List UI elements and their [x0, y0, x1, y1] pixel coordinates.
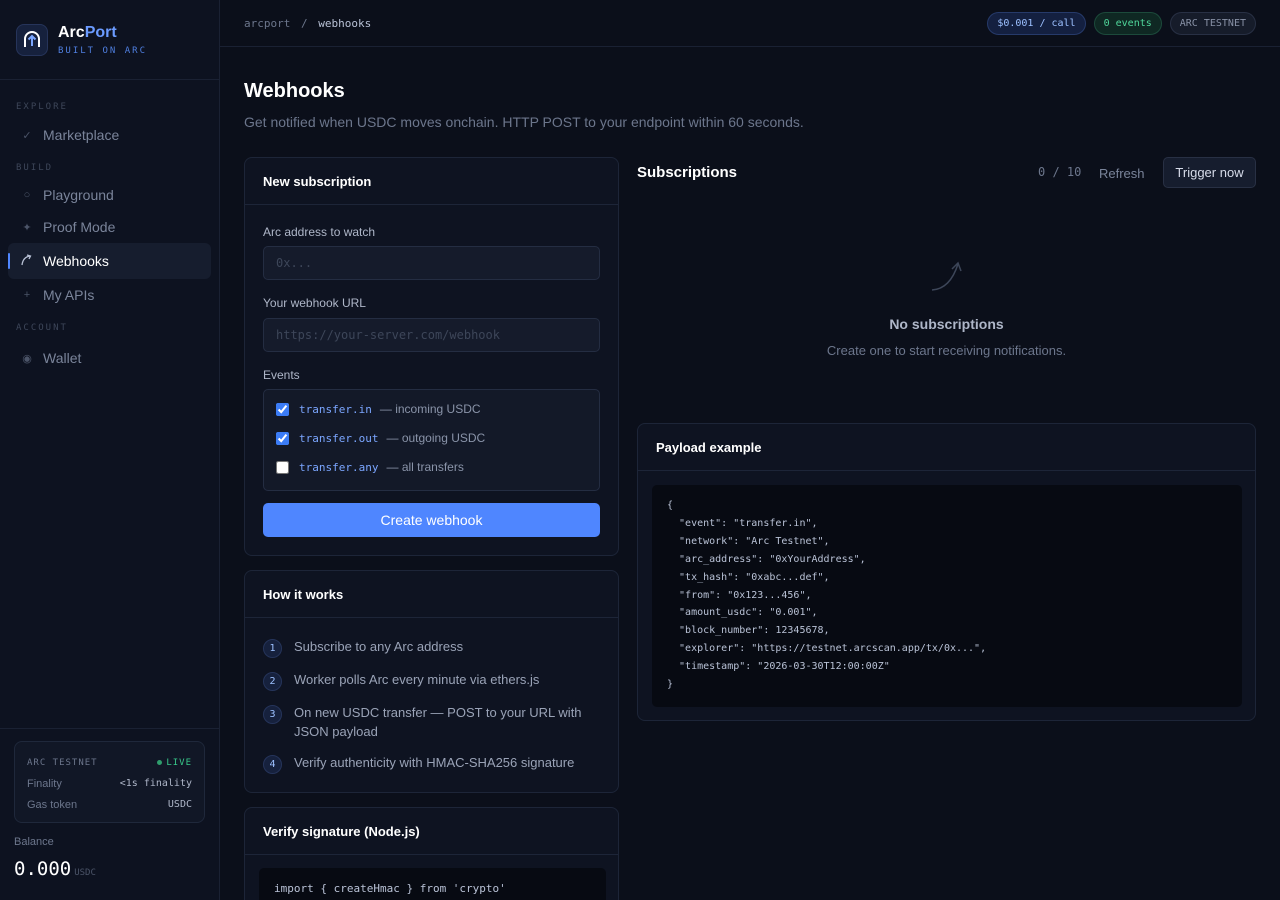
event-code: transfer.any: [299, 460, 379, 474]
step-number: 1: [263, 639, 282, 658]
topbar: arcport / webhooks $0.001 / call 0 event…: [220, 0, 1280, 47]
brand-tagline: BUILT ON ARC: [58, 45, 148, 56]
event-option-transfer-out[interactable]: transfer.out — outgoing USDC: [276, 431, 485, 445]
check-icon: ✓: [22, 129, 32, 142]
breadcrumb-separator: /: [300, 16, 308, 30]
trigger-now-button[interactable]: Trigger now: [1163, 157, 1256, 188]
event-checkbox[interactable]: [276, 402, 289, 416]
finality-label: Finality: [27, 777, 62, 790]
network-pill: ARC TESTNET: [1169, 12, 1256, 35]
sidebar-item-webhooks[interactable]: Webhooks: [8, 243, 211, 279]
price-pill: $0.001 / call: [987, 12, 1086, 35]
step-number: 2: [263, 672, 282, 691]
logo-icon: [16, 23, 48, 56]
nav-section-account: ACCOUNT: [16, 323, 68, 333]
events-box: transfer.in — incoming USDC transfer.out…: [263, 389, 600, 491]
sidebar-divider: [0, 728, 219, 729]
empty-state-subtitle: Create one to start receiving notificati…: [826, 343, 1067, 358]
step-item: 2 Worker polls Arc every minute via ethe…: [263, 670, 539, 691]
step-text: Verify authenticity with HMAC-SHA256 sig…: [294, 755, 575, 770]
sidebar-item-proof-mode[interactable]: ✦ Proof Mode: [8, 209, 211, 245]
sidebar-item-wallet[interactable]: ◉ Wallet: [8, 340, 211, 376]
balance-label: Balance: [14, 836, 54, 848]
sidebar-item-label: Playground: [43, 187, 114, 203]
card-title: New subscription: [245, 158, 618, 205]
nav-section-build: BUILD: [16, 163, 54, 173]
sidebar-item-label: Marketplace: [43, 127, 120, 143]
how-it-works-card: How it works 1 Subscribe to any Arc addr…: [244, 570, 619, 793]
sidebar-item-playground[interactable]: ○ Playground: [8, 177, 211, 213]
event-option-transfer-in[interactable]: transfer.in — incoming USDC: [276, 402, 481, 416]
refresh-button[interactable]: Refresh: [1099, 166, 1145, 181]
subscriptions-title: Subscriptions: [637, 164, 738, 181]
sidebar-item-label: Webhooks: [43, 253, 109, 269]
card-title: Payload example: [638, 424, 1255, 471]
live-dot-icon: [157, 759, 163, 765]
status-badge: LIVE: [157, 758, 192, 768]
step-item: 4 Verify authenticity with HMAC-SHA256 s…: [263, 753, 574, 774]
webhook-url-input[interactable]: [263, 318, 600, 352]
finality-value: <1s finality: [119, 778, 192, 789]
wallet-icon: ◉: [22, 352, 32, 365]
payload-example-card: Payload example { "event": "transfer.in"…: [637, 423, 1256, 721]
nav-section-explore: EXPLORE: [16, 102, 68, 112]
event-code: transfer.in: [299, 402, 372, 416]
event-checkbox[interactable]: [276, 431, 289, 445]
balance: 0.000 USDC: [14, 858, 96, 880]
step-number: 3: [263, 705, 282, 724]
event-option-transfer-any[interactable]: transfer.any — all transfers: [276, 460, 464, 474]
address-label: Arc address to watch: [263, 225, 376, 239]
sidebar-item-label: My APIs: [43, 287, 95, 303]
sidebar-item-label: Proof Mode: [43, 219, 116, 235]
page-subtitle: Get notified when USDC moves onchain. HT…: [244, 114, 804, 130]
create-webhook-button[interactable]: Create webhook: [263, 503, 600, 537]
url-label: Your webhook URL: [263, 296, 366, 310]
arrow-curve-icon: [928, 259, 964, 296]
sidebar-item-label: Wallet: [43, 350, 82, 366]
step-item: 3 On new USDC transfer — POST to your UR…: [263, 703, 593, 741]
sidebar: ArcPort BUILT ON ARC EXPLORE ✓ Marketpla…: [0, 0, 220, 900]
breadcrumb-root[interactable]: arcport: [244, 17, 290, 30]
brand-name: ArcPort: [58, 23, 117, 41]
event-desc: — outgoing USDC: [386, 431, 486, 445]
payload-code-block: { "event": "transfer.in", "network": "Ar…: [652, 485, 1242, 707]
subscriptions-counter: 0 / 10: [1038, 165, 1082, 179]
network-card: ARC TESTNET LIVE Finality <1s finality G…: [14, 741, 205, 823]
events-label: Events: [263, 368, 300, 382]
breadcrumb: arcport / webhooks: [244, 17, 371, 30]
gas-label: Gas token: [27, 798, 78, 811]
verify-code-block: import { createHmac } from 'crypto': [259, 868, 606, 900]
sidebar-item-my-apis[interactable]: + My APIs: [8, 277, 211, 313]
sidebar-item-marketplace[interactable]: ✓ Marketplace: [8, 117, 211, 153]
gas-value: USDC: [167, 799, 192, 810]
breadcrumb-current: webhooks: [318, 16, 372, 30]
step-text: On new USDC transfer — POST to your URL …: [294, 705, 582, 739]
circle-icon: ○: [23, 189, 31, 201]
verify-signature-card: Verify signature (Node.js) import { crea…: [244, 807, 619, 900]
page-title: Webhooks: [244, 80, 345, 102]
arrow-curve-icon: [20, 253, 34, 269]
sparkle-icon: ✦: [22, 221, 32, 234]
balance-value: 0.000: [14, 858, 72, 880]
network-name: ARC TESTNET: [27, 757, 98, 768]
step-item: 1 Subscribe to any Arc address: [263, 637, 463, 658]
card-title: How it works: [245, 571, 618, 618]
event-checkbox[interactable]: [276, 460, 289, 474]
plus-icon: +: [23, 289, 31, 301]
brand: ArcPort BUILT ON ARC: [0, 0, 219, 80]
card-title: Verify signature (Node.js): [245, 808, 618, 855]
events-pill: 0 events: [1093, 12, 1162, 35]
address-input[interactable]: [263, 246, 600, 280]
step-text: Subscribe to any Arc address: [294, 639, 464, 654]
new-subscription-card: New subscription Arc address to watch Yo…: [244, 157, 619, 556]
empty-state-title: No subscriptions: [889, 316, 1004, 332]
balance-unit: USDC: [74, 868, 96, 878]
event-desc: — all transfers: [386, 460, 464, 474]
event-desc: — incoming USDC: [379, 402, 481, 416]
event-code: transfer.out: [299, 431, 379, 445]
step-number: 4: [263, 755, 282, 774]
step-text: Worker polls Arc every minute via ethers…: [294, 672, 540, 687]
